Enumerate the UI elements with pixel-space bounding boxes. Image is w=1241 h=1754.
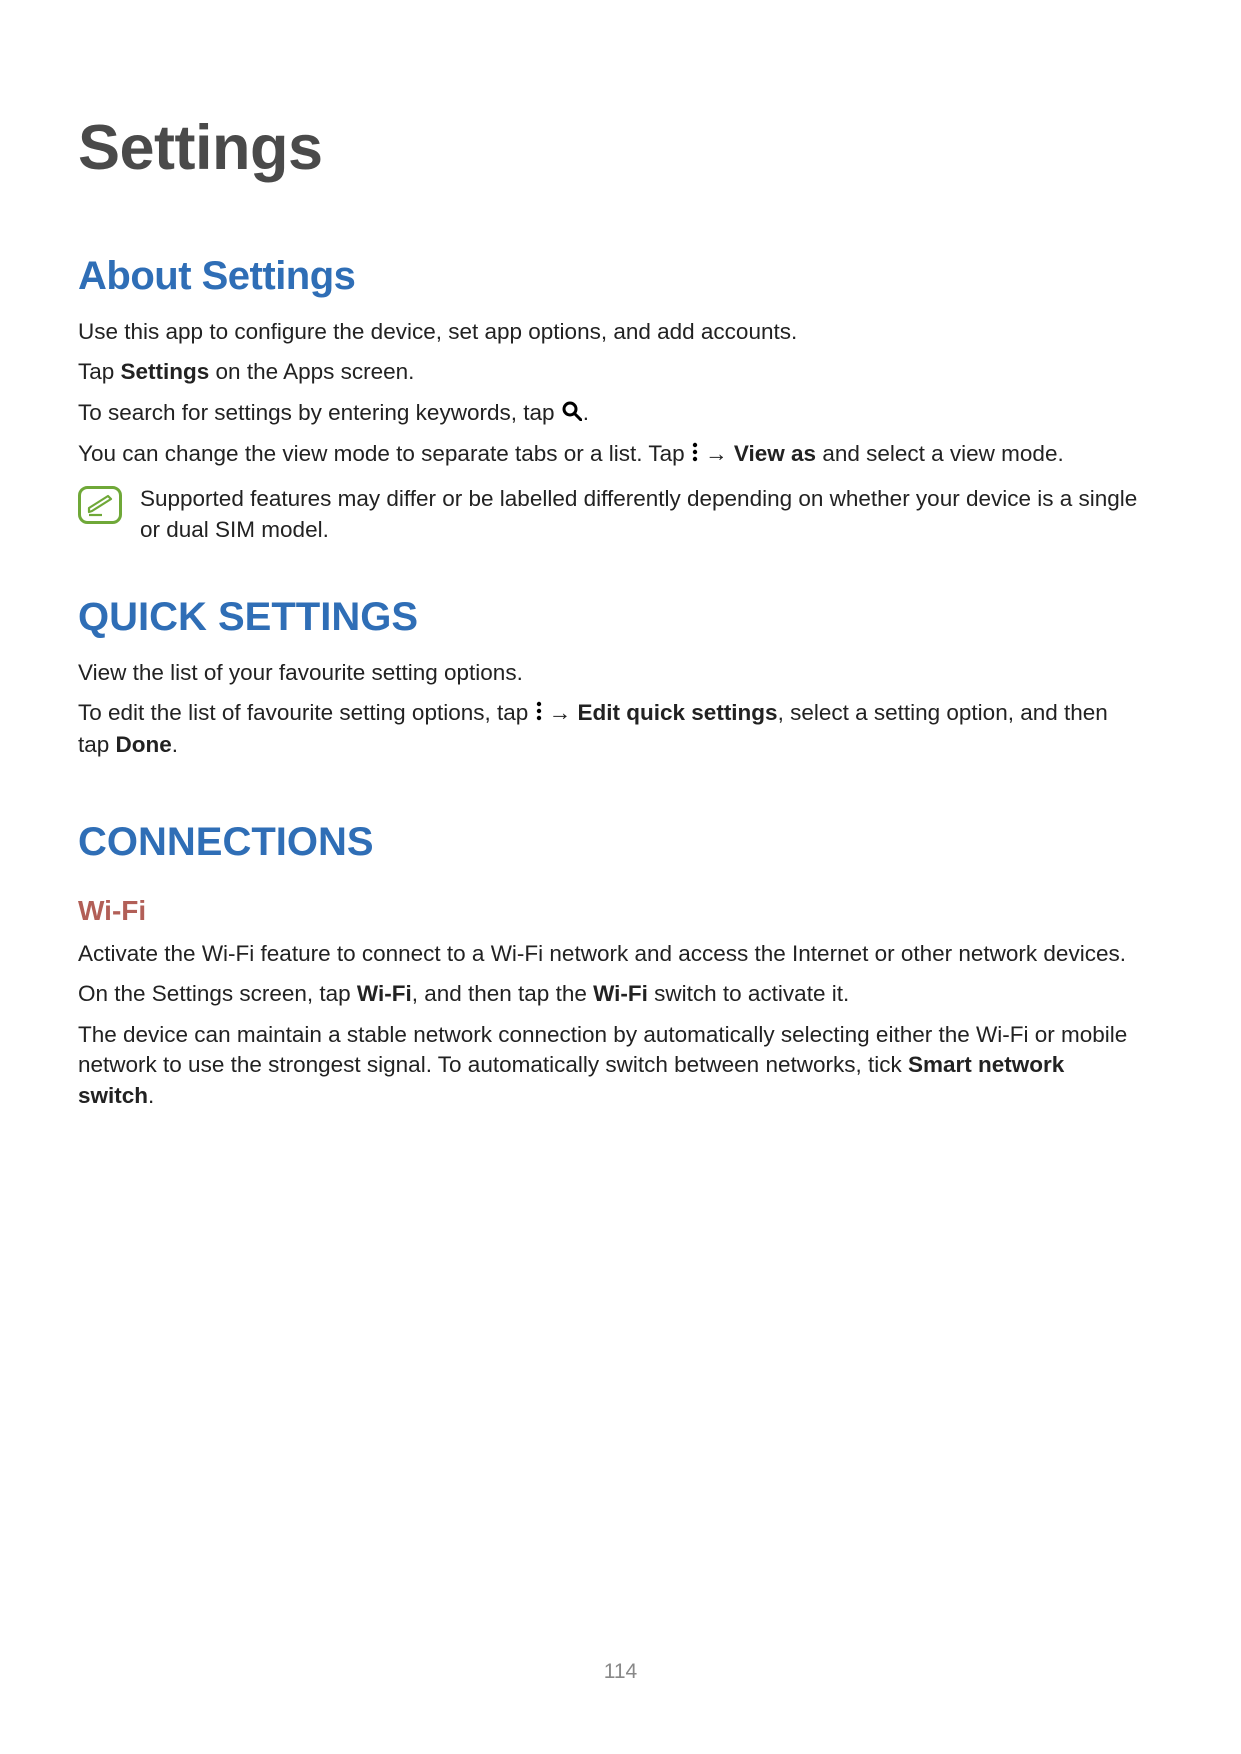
edit-quick-settings-bold: Edit quick settings [578, 700, 778, 725]
text: switch to activate it. [648, 981, 849, 1006]
about-p3: To search for settings by entering keywo… [78, 398, 1141, 429]
quick-settings-heading: QUICK SETTINGS [78, 595, 1141, 640]
note-block: Supported features may differ or be labe… [78, 484, 1141, 545]
about-p1: Use this app to configure the device, se… [78, 317, 1141, 347]
wifi-bold-2: Wi-Fi [593, 981, 648, 1006]
wifi-heading: Wi-Fi [78, 895, 1141, 927]
text: You can change the view mode to separate… [78, 441, 691, 466]
arrow-text: → [699, 441, 734, 466]
text: To edit the list of favourite setting op… [78, 700, 535, 725]
settings-bold: Settings [121, 359, 210, 384]
text: . [172, 732, 178, 757]
more-options-icon [692, 440, 698, 470]
text: , and then tap the [412, 981, 593, 1006]
note-icon [78, 486, 122, 524]
text: on the Apps screen. [209, 359, 414, 384]
text: To search for settings by entering keywo… [78, 400, 561, 425]
quick-p1: View the list of your favourite setting … [78, 658, 1141, 688]
text: On the Settings screen, tap [78, 981, 357, 1006]
done-bold: Done [116, 732, 172, 757]
more-options-icon [536, 699, 542, 729]
note-text: Supported features may differ or be labe… [140, 484, 1141, 545]
about-settings-heading: About Settings [78, 254, 1141, 299]
connections-heading: CONNECTIONS [78, 820, 1141, 865]
about-p2: Tap Settings on the Apps screen. [78, 357, 1141, 387]
text: and select a view mode. [816, 441, 1064, 466]
page-container: Settings About Settings Use this app to … [0, 0, 1241, 1754]
about-p4: You can change the view mode to separate… [78, 439, 1141, 470]
wifi-p2: On the Settings screen, tap Wi-Fi, and t… [78, 979, 1141, 1009]
wifi-p3: The device can maintain a stable network… [78, 1020, 1141, 1111]
wifi-bold-1: Wi-Fi [357, 981, 412, 1006]
quick-p2: To edit the list of favourite setting op… [78, 698, 1141, 760]
text: Tap [78, 359, 121, 384]
wifi-p1: Activate the Wi-Fi feature to connect to… [78, 939, 1141, 969]
page-number: 114 [0, 1660, 1241, 1684]
search-icon [562, 399, 582, 429]
text: . [148, 1083, 154, 1108]
view-as-bold: View as [734, 441, 816, 466]
page-title: Settings [78, 112, 1141, 184]
text: . [583, 400, 589, 425]
arrow-text: → [543, 700, 578, 725]
